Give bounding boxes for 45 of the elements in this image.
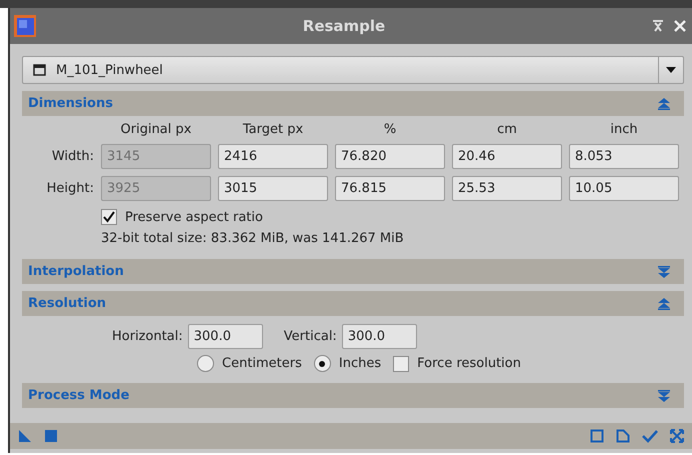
input-field[interactable]: 2416 [218, 144, 328, 169]
app-icon [14, 15, 36, 37]
window-icon [33, 64, 46, 76]
input-field[interactable]: 8.053 [569, 144, 679, 169]
field-label: Horizontal: [112, 329, 183, 344]
expand-icon [658, 266, 670, 278]
row-label: Height: [46, 181, 94, 196]
field-label: Vertical: [284, 329, 337, 344]
document-icon[interactable] [616, 429, 630, 443]
checkbox-label: Preserve aspect ratio [125, 210, 263, 224]
radio-label: Inches [338, 356, 382, 371]
input-field[interactable]: 300.0 [342, 324, 417, 349]
input-field[interactable]: 25.53 [452, 176, 562, 201]
column-header: Original px [120, 122, 192, 137]
view-selector[interactable]: M_101_Pinwheel [22, 56, 684, 84]
input-field[interactable]: 76.815 [335, 176, 445, 201]
column-header: % [382, 122, 398, 137]
column-header: Target px [242, 122, 304, 137]
size-info: 32-bit total size: 83.362 MiB, was 141.267 MiB [101, 231, 405, 246]
window-title: Resample [302, 17, 386, 35]
column-header: inch [609, 122, 639, 137]
radio-button[interactable] [314, 355, 331, 372]
row-label: Width: [50, 149, 94, 164]
caret-icon [666, 67, 676, 73]
checkbox-label: Force resolution [417, 356, 521, 371]
input-field[interactable]: 3015 [218, 176, 328, 201]
radio-label: Centimeters [222, 356, 302, 371]
column-header: cm [496, 122, 518, 137]
input-field[interactable]: 20.46 [452, 144, 562, 169]
checkbox[interactable] [101, 209, 117, 225]
input-field[interactable]: 300.0 [188, 324, 263, 349]
expand-icon [658, 390, 670, 402]
checkmark-icon[interactable] [642, 429, 658, 443]
square-outline-icon[interactable] [590, 429, 604, 443]
shade-icon[interactable] [652, 20, 664, 32]
checkbox[interactable] [393, 356, 410, 372]
input-field[interactable]: 10.05 [569, 176, 679, 201]
expand-arrows-icon[interactable] [670, 429, 684, 443]
collapse-icon [658, 98, 670, 110]
collapse-icon [658, 298, 670, 310]
radio-button[interactable] [197, 355, 214, 372]
close-icon[interactable] [674, 20, 686, 32]
triangle-icon[interactable] [18, 429, 32, 443]
input-field[interactable]: 76.820 [335, 144, 445, 169]
square-icon[interactable] [44, 429, 58, 443]
